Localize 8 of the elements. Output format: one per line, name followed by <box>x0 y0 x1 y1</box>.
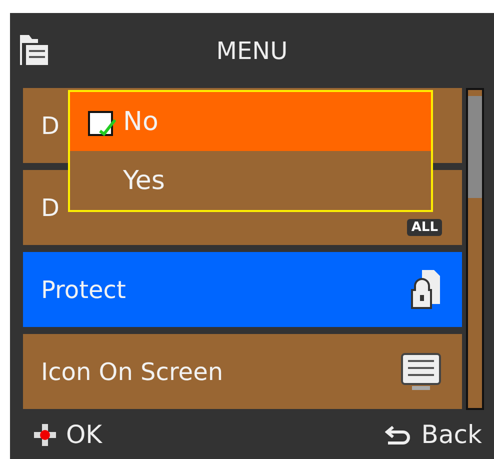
item-label: D <box>41 112 60 140</box>
all-icon: ALL <box>407 219 442 236</box>
ok-label: OK <box>66 420 102 449</box>
item-label: Icon On Screen <box>41 358 224 386</box>
menu-title: MENU <box>216 36 288 64</box>
item-label: D <box>41 194 60 222</box>
back-label: Back <box>421 420 482 449</box>
item-label: Protect <box>41 276 126 304</box>
